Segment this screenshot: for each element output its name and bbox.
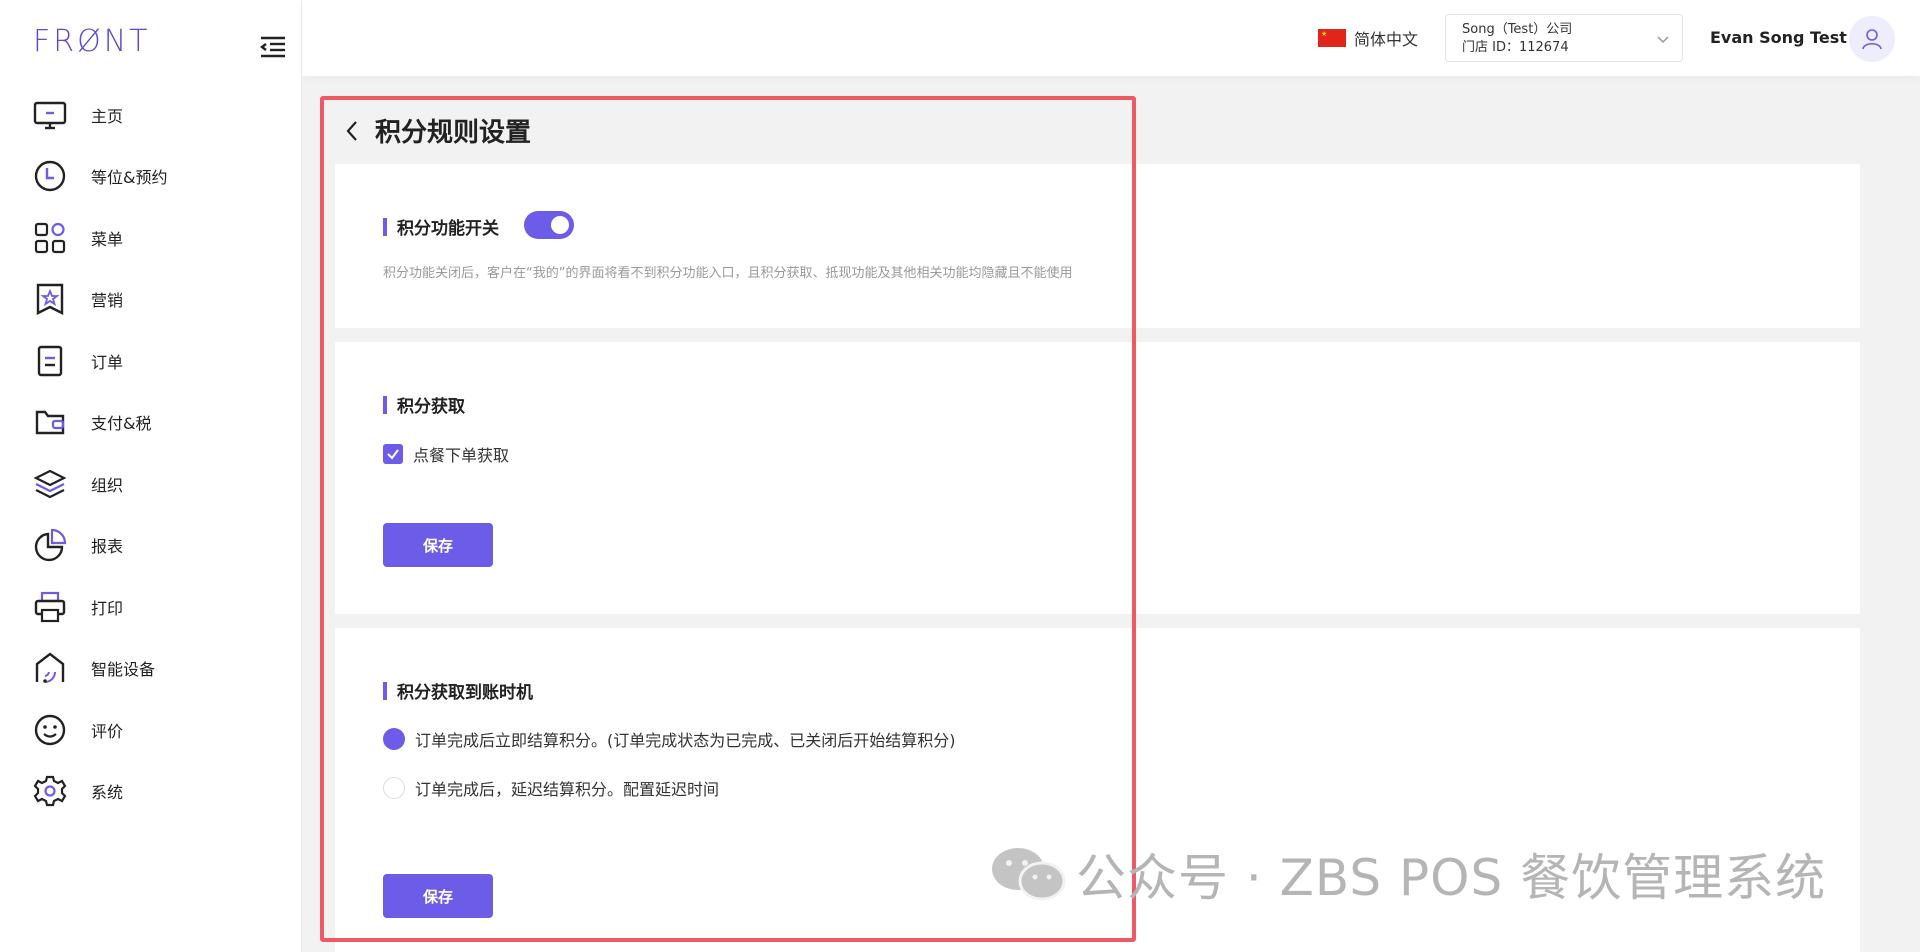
- checkbox-label: 点餐下单获取: [413, 446, 510, 465]
- sidebar-item-menu[interactable]: 菜单: [0, 207, 302, 269]
- switch-description: 积分功能关闭后，客户在“我的”的界面将看不到积分功能入口，且积分获取、抵现功能及…: [383, 266, 1073, 281]
- sidebar-item-orders[interactable]: 订单: [0, 330, 302, 392]
- layers-icon: [33, 467, 67, 501]
- user-name: Evan Song Test: [1710, 28, 1847, 47]
- section-title-text: 积分获取: [397, 397, 465, 417]
- document-icon: [33, 344, 67, 378]
- store-name: Song（Test）公司: [1462, 22, 1573, 37]
- front-logo[interactable]: FRØNT: [33, 24, 150, 59]
- sidebar-item-system[interactable]: 系统: [0, 761, 302, 823]
- toggle-knob: [551, 216, 569, 234]
- sidebar-item-label: 打印: [91, 598, 124, 618]
- language-label: 简体中文: [1354, 30, 1419, 49]
- section-title: 积分获取: [383, 392, 465, 417]
- section-title: 积分功能开关: [383, 214, 499, 239]
- sidebar-item-label: 营销: [91, 291, 124, 311]
- section-accent-bar: [383, 395, 387, 414]
- back-arrow-icon[interactable]: [345, 118, 365, 144]
- section-title-text: 积分获取到账时机: [397, 683, 533, 703]
- sidebar-item-reviews[interactable]: 评价: [0, 699, 302, 761]
- sidebar-item-waitlist[interactable]: 等位&预约: [0, 146, 302, 208]
- wechat-icon: [990, 845, 1066, 903]
- section-title: 积分获取到账时机: [383, 678, 533, 703]
- sidebar-item-marketing[interactable]: 营销: [0, 269, 302, 331]
- top-header: ★ 简体中文 Song（Test）公司 门店 ID：112674 Evan So…: [302, 0, 1920, 76]
- star-bookmark-icon: [33, 282, 67, 316]
- sidebar: FRØNT 主页 等位&预约 菜单 营销 订单 支付&税 组织 报表 打印 智能…: [0, 0, 302, 952]
- pie-chart-icon: [33, 528, 67, 562]
- grid-icon: [33, 221, 67, 255]
- section-accent-bar: [383, 217, 387, 236]
- sidebar-item-label: 组织: [91, 475, 124, 495]
- store-id: 门店 ID：112674: [1462, 40, 1569, 55]
- sidebar-item-label: 菜单: [91, 229, 124, 249]
- page-title: 积分规则设置: [375, 118, 532, 148]
- sidebar-item-label: 系统: [91, 783, 124, 803]
- chevron-down-icon: [1656, 31, 1670, 50]
- watermark: 公众号 · ZBS POS 餐饮管理系统: [990, 838, 1826, 910]
- save-button[interactable]: 保存: [383, 523, 493, 567]
- points-earn-card: 积分获取 点餐下单获取 保存: [335, 342, 1860, 614]
- sidebar-nav: 主页 等位&预约 菜单 营销 订单 支付&税 组织 报表 打印 智能设备 评价 …: [0, 84, 302, 822]
- sidebar-item-reports[interactable]: 报表: [0, 515, 302, 577]
- section-accent-bar: [383, 681, 387, 700]
- store-selector[interactable]: Song（Test）公司 门店 ID：112674: [1445, 14, 1683, 62]
- points-toggle[interactable]: [524, 211, 574, 239]
- order-earn-checkbox[interactable]: [383, 444, 403, 464]
- section-title-text: 积分功能开关: [397, 219, 499, 239]
- gear-icon: [33, 774, 67, 808]
- sidebar-item-organization[interactable]: 组织: [0, 453, 302, 515]
- page-heading: 积分规则设置: [345, 112, 531, 149]
- radio-label: 订单完成后立即结算积分。(订单完成状态为已完成、已关闭后开始结算积分): [415, 731, 956, 750]
- clock-icon: [33, 159, 67, 193]
- sidebar-item-label: 智能设备: [91, 660, 156, 680]
- sidebar-item-label: 订单: [91, 352, 124, 372]
- timing-option-immediate[interactable]: 订单完成后立即结算积分。(订单完成状态为已完成、已关闭后开始结算积分): [383, 727, 956, 751]
- sidebar-item-label: 等位&预约: [91, 168, 168, 188]
- save-button[interactable]: 保存: [383, 874, 493, 918]
- monitor-icon: [33, 98, 67, 132]
- china-flag-icon: ★: [1318, 29, 1346, 47]
- radio-button[interactable]: [383, 777, 405, 799]
- sidebar-item-payment[interactable]: 支付&税: [0, 392, 302, 454]
- language-switcher[interactable]: ★ 简体中文: [1318, 26, 1418, 50]
- check-icon: [387, 449, 399, 460]
- sidebar-item-print[interactable]: 打印: [0, 576, 302, 638]
- smart-home-icon: [33, 651, 67, 685]
- timing-option-delayed[interactable]: 订单完成后，延迟结算积分。配置延迟时间: [383, 776, 719, 800]
- sidebar-item-smart-devices[interactable]: 智能设备: [0, 638, 302, 700]
- collapse-menu-icon[interactable]: [258, 34, 288, 58]
- sidebar-item-label: 主页: [91, 106, 124, 126]
- sidebar-item-label: 评价: [91, 721, 124, 741]
- smiley-icon: [33, 713, 67, 747]
- sidebar-item-home[interactable]: 主页: [0, 84, 302, 146]
- user-icon: [1862, 29, 1882, 50]
- points-switch-card: 积分功能开关 积分功能关闭后，客户在“我的”的界面将看不到积分功能入口，且积分获…: [335, 164, 1860, 328]
- radio-button[interactable]: [383, 728, 405, 750]
- printer-icon: [33, 590, 67, 624]
- watermark-text: 公众号 · ZBS POS 餐饮管理系统: [1076, 849, 1827, 907]
- sidebar-item-label: 支付&税: [91, 414, 152, 434]
- wallet-icon: [33, 405, 67, 439]
- order-earn-checkbox-row[interactable]: 点餐下单获取: [383, 442, 509, 466]
- avatar[interactable]: [1849, 16, 1895, 62]
- radio-label: 订单完成后，延迟结算积分。配置延迟时间: [415, 780, 720, 799]
- sidebar-item-label: 报表: [91, 537, 124, 557]
